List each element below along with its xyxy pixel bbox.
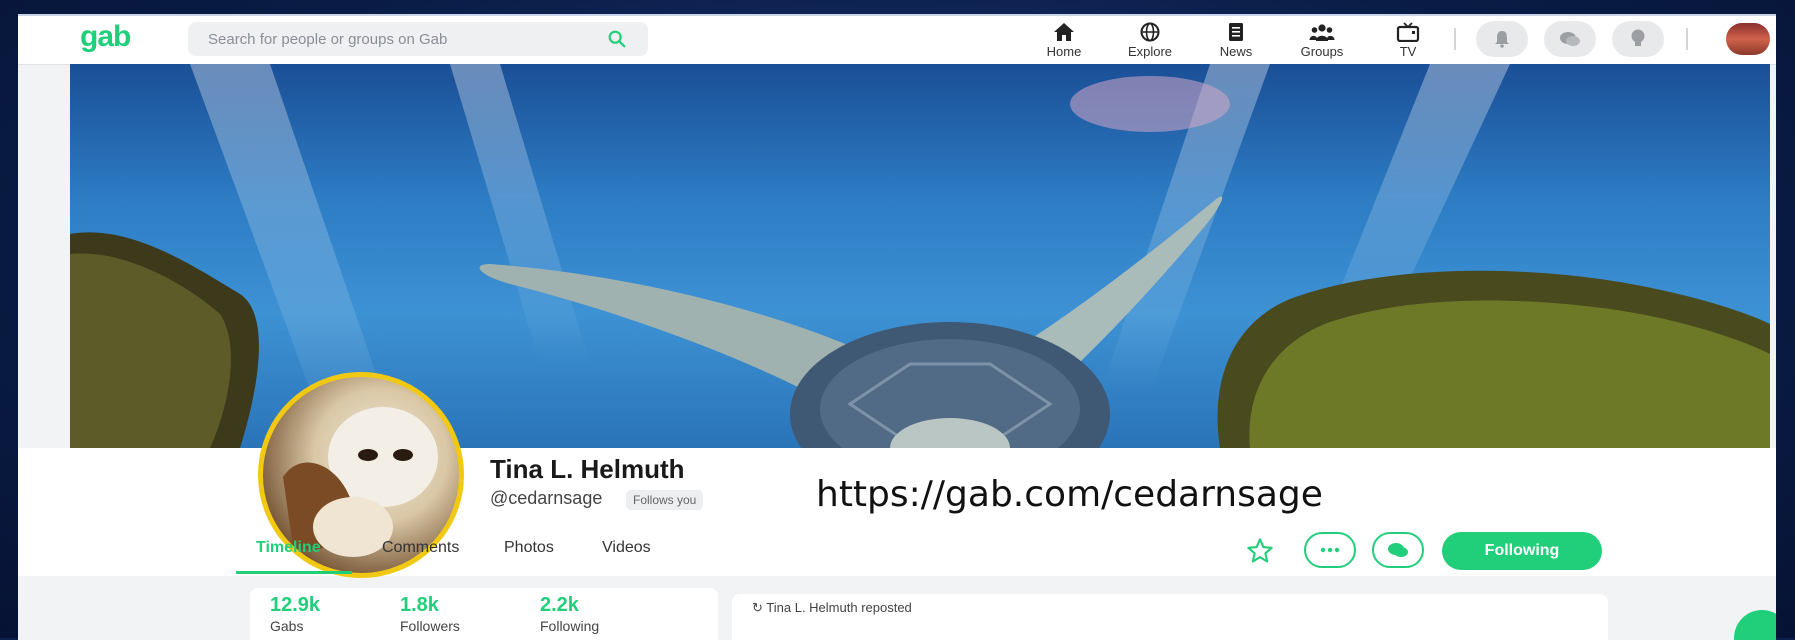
star-icon[interactable] xyxy=(1246,537,1274,565)
gab-logo[interactable]: gab xyxy=(80,20,131,54)
stat-gabs[interactable]: 12.9k Gabs xyxy=(270,594,320,634)
repost-text: Tina L. Helmuth reposted xyxy=(766,600,912,615)
nav-home[interactable]: Home xyxy=(1032,18,1096,59)
stat-followers-value: 1.8k xyxy=(400,594,439,616)
stat-gabs-label: Gabs xyxy=(270,618,304,634)
repost-indicator: ↻ Tina L. Helmuth reposted xyxy=(752,600,912,616)
tab-comments[interactable]: Comments xyxy=(382,539,459,571)
profile-name: Tina L. Helmuth xyxy=(490,454,685,484)
groups-icon xyxy=(1309,24,1335,41)
nav-news[interactable]: News xyxy=(1204,18,1268,59)
repost-icon: ↻ xyxy=(752,600,763,615)
message-user-button[interactable] xyxy=(1372,532,1424,568)
tab-photos[interactable]: Photos xyxy=(504,539,554,571)
stat-following-value: 2.2k xyxy=(540,594,579,616)
stat-following[interactable]: 2.2k Following xyxy=(540,594,599,634)
stat-followers[interactable]: 1.8k Followers xyxy=(400,594,460,634)
nav-tv[interactable]: TV xyxy=(1376,18,1440,59)
search-input[interactable] xyxy=(188,22,648,56)
stat-gabs-value: 12.9k xyxy=(270,594,321,616)
profile-stats: 12.9k Gabs 1.8k Followers 2.2k Following xyxy=(250,588,718,640)
nav-news-label: News xyxy=(1219,44,1253,59)
browser-window: gab Home Explore xyxy=(18,14,1776,640)
profile-url-caption: https://gab.com/cedarnsage xyxy=(816,474,1323,515)
stat-following-label: Following xyxy=(540,618,600,634)
compose-button[interactable] xyxy=(1734,610,1776,640)
active-tab-indicator xyxy=(236,571,352,574)
nav-divider xyxy=(1454,28,1456,50)
more-options-button[interactable] xyxy=(1304,532,1356,568)
nav-explore-label: Explore xyxy=(1127,44,1173,59)
home-icon xyxy=(1054,23,1074,41)
tv-icon xyxy=(1396,22,1420,42)
chat-icon xyxy=(1388,543,1408,557)
search-icon[interactable] xyxy=(606,28,628,50)
news-icon xyxy=(1229,23,1243,41)
nav-home-label: Home xyxy=(1046,44,1082,59)
nav-tv-label: TV xyxy=(1399,44,1417,59)
follows-you-badge: Follows you xyxy=(626,490,704,510)
globe-icon xyxy=(1140,22,1160,42)
nav-explore[interactable]: Explore xyxy=(1118,18,1182,59)
notifications-button[interactable] xyxy=(1476,21,1528,57)
nav-divider-2 xyxy=(1686,28,1688,50)
tab-timeline[interactable]: Timeline xyxy=(256,539,321,571)
tab-videos[interactable]: Videos xyxy=(602,539,651,571)
nav-groups[interactable]: Groups xyxy=(1290,18,1354,59)
stat-followers-label: Followers xyxy=(400,618,460,634)
lightbulb-icon xyxy=(1631,29,1645,46)
account-avatar[interactable] xyxy=(1726,23,1770,55)
bell-icon xyxy=(1495,31,1509,48)
feed-post: ↻ Tina L. Helmuth reposted xyxy=(732,594,1608,640)
ellipsis-icon xyxy=(1320,547,1340,553)
chat-icon xyxy=(1560,32,1580,46)
ideas-button[interactable] xyxy=(1612,21,1664,57)
profile-handle: @cedarnsage xyxy=(490,488,603,508)
nav-groups-label: Groups xyxy=(1300,44,1344,59)
messages-button[interactable] xyxy=(1544,21,1596,57)
following-button[interactable]: Following xyxy=(1442,532,1602,570)
top-navigation: gab Home Explore xyxy=(18,16,1776,65)
